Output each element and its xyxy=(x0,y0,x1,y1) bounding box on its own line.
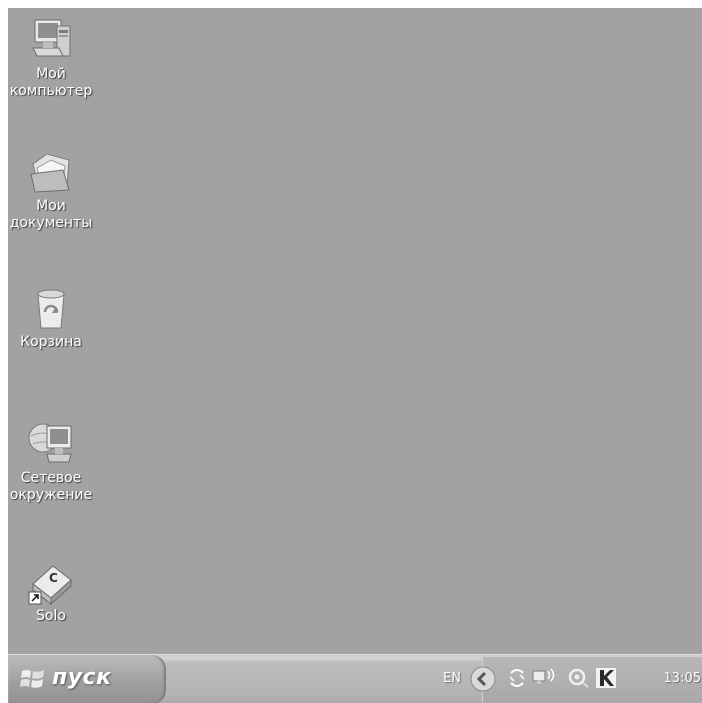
desktop-icon-label: Корзина xyxy=(20,334,82,350)
network-places-icon xyxy=(28,423,72,463)
desktop-icon-network-places[interactable]: Сетевое окружение xyxy=(8,418,106,504)
my-documents-icon xyxy=(30,153,70,193)
system-tray: EN 13:05 xyxy=(443,657,702,702)
language-indicator[interactable]: EN xyxy=(443,671,461,686)
network-connection-icon[interactable] xyxy=(531,667,559,689)
audio-icon[interactable] xyxy=(567,667,591,689)
desktop-icon-label: Мой компьютер xyxy=(9,66,93,99)
solo-shortcut-icon: C xyxy=(28,565,72,606)
desktop-icon-label: Мои документы xyxy=(9,198,93,231)
desktop-icon-my-computer[interactable]: Мой компьютер xyxy=(8,18,106,100)
kaspersky-icon[interactable] xyxy=(595,667,617,689)
taskbar: пуск EN 13:05 xyxy=(8,654,702,703)
svg-text:C: C xyxy=(49,571,58,585)
my-computer-icon xyxy=(32,19,71,57)
desktop-icon-label: Сетевое окружение xyxy=(9,470,93,503)
desktop-icon-solo[interactable]: C Solo xyxy=(8,560,106,625)
screen: Мой компьютер Мои документы Корзина Сете… xyxy=(8,8,702,703)
desktop[interactable]: Мой компьютер Мои документы Корзина Сете… xyxy=(8,8,702,654)
clock[interactable]: 13:05 xyxy=(664,671,701,686)
desktop-icon-label: Solo xyxy=(36,608,66,624)
desktop-icon-my-documents[interactable]: Мои документы xyxy=(8,150,106,232)
show-hidden-icons-icon[interactable] xyxy=(469,665,497,693)
start-button[interactable]: пуск xyxy=(8,655,166,703)
recycle-process-icon[interactable] xyxy=(507,667,527,689)
desktop-icon-recycle-bin[interactable]: Корзина xyxy=(8,286,106,351)
start-button-label: пуск xyxy=(52,665,112,690)
windows-logo-icon xyxy=(20,670,44,688)
recycle-bin-icon xyxy=(37,289,65,329)
